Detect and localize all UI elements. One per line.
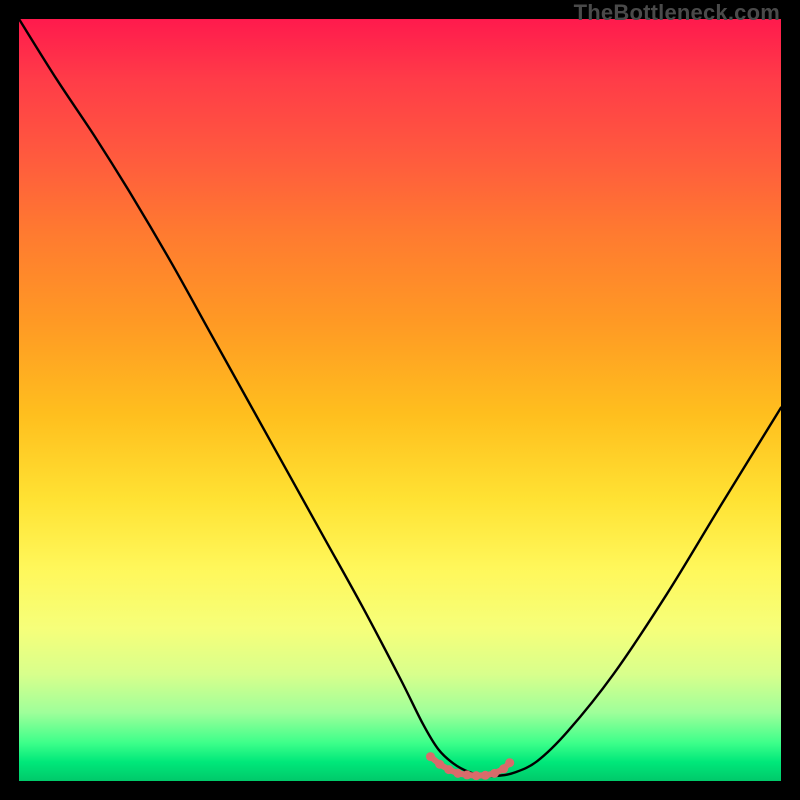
optimal-range-dot bbox=[463, 770, 472, 779]
watermark-text: TheBottleneck.com bbox=[574, 0, 780, 26]
optimal-range-dot bbox=[472, 771, 481, 780]
optimal-range-dot bbox=[435, 760, 444, 769]
curve-layer bbox=[19, 19, 781, 781]
optimal-range-dot bbox=[444, 765, 453, 774]
bottleneck-curve bbox=[19, 19, 781, 776]
optimal-range-dot bbox=[426, 752, 435, 761]
optimal-range-dot bbox=[453, 769, 462, 778]
optimal-range-dot bbox=[490, 769, 499, 778]
chart-frame: TheBottleneck.com bbox=[0, 0, 800, 800]
optimal-range-dot bbox=[481, 771, 490, 780]
optimal-range-dot bbox=[505, 758, 514, 767]
plot-area bbox=[19, 19, 781, 781]
